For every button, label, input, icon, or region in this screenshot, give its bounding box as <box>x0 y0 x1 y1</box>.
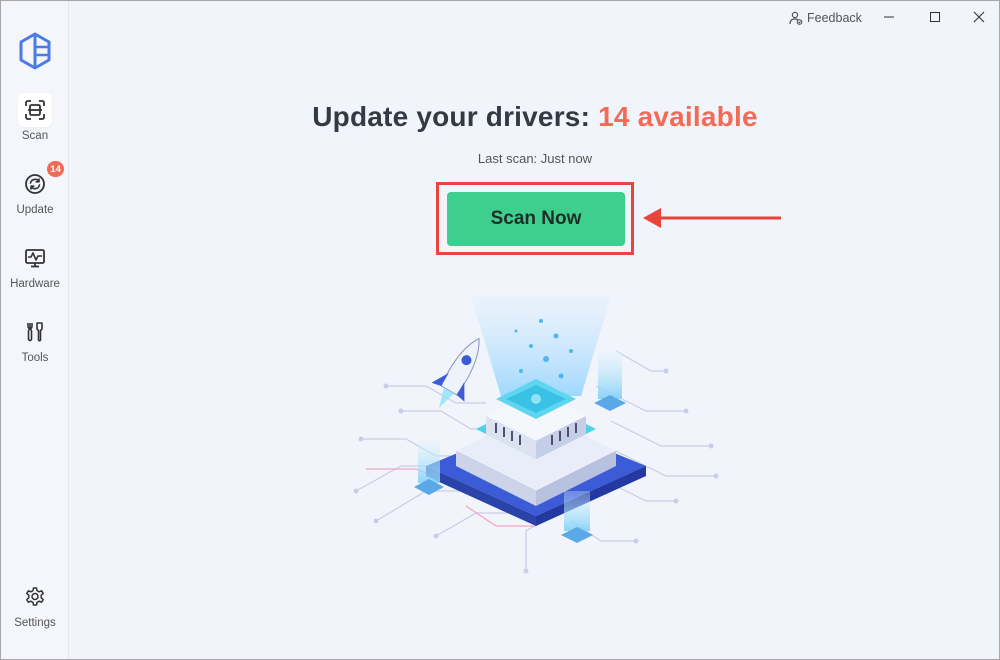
app-window: Scan 14 Update Hardware Tools Settings F… <box>0 0 1000 660</box>
tools-icon <box>18 315 52 349</box>
hardware-icon <box>18 241 52 275</box>
sidebar-item-settings[interactable]: Settings <box>1 580 69 644</box>
scan-now-button[interactable]: Scan Now <box>447 192 625 246</box>
minimize-icon <box>884 16 894 18</box>
headline-text: Update your drivers: <box>312 101 591 132</box>
scan-illustration <box>353 296 719 574</box>
close-button[interactable] <box>964 5 994 29</box>
pointer-arrow-icon <box>643 208 781 228</box>
title-bar: Feedback <box>69 1 999 33</box>
last-scan-status: Last scan: Just now <box>477 151 593 166</box>
sidebar-item-label: Settings <box>14 617 56 629</box>
sidebar-item-tools[interactable]: Tools <box>1 315 69 379</box>
page-title: Update your drivers: 14 available <box>69 101 999 133</box>
close-icon <box>973 11 985 23</box>
sidebar-item-update[interactable]: 14 Update <box>1 161 69 231</box>
update-count-badge: 14 <box>47 161 64 177</box>
feedback-button[interactable]: Feedback <box>789 9 862 27</box>
feedback-label: Feedback <box>807 11 862 25</box>
scan-icon <box>18 93 52 127</box>
gear-icon <box>18 580 52 614</box>
maximize-icon <box>930 12 940 22</box>
sidebar-item-scan[interactable]: Scan <box>1 93 69 157</box>
app-logo <box>19 32 51 70</box>
sidebar: Scan 14 Update Hardware Tools Settings <box>1 1 69 659</box>
available-count: 14 available <box>598 101 758 132</box>
sidebar-item-label: Hardware <box>10 278 60 290</box>
sidebar-item-label: Update <box>16 204 54 216</box>
maximize-button[interactable] <box>920 5 950 29</box>
sidebar-item-label: Tools <box>21 352 49 364</box>
feedback-icon <box>789 11 803 25</box>
minimize-button[interactable] <box>874 5 904 29</box>
sidebar-item-label: Scan <box>21 130 49 142</box>
sidebar-item-hardware[interactable]: Hardware <box>1 241 69 305</box>
